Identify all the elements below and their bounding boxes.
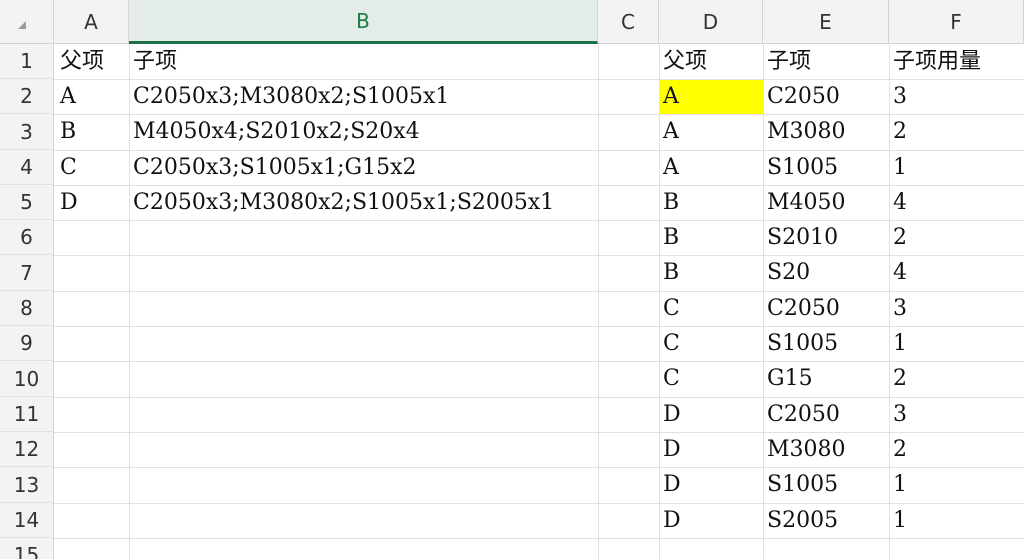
- spreadsheet: A B C D E F 1 2 3 4 5 6 7 8 9 10 11 12 1…: [0, 0, 1024, 559]
- cell-d4[interactable]: A: [659, 150, 679, 185]
- row-header-12[interactable]: 12: [0, 432, 54, 467]
- select-all-triangle-icon: [18, 21, 26, 29]
- cell-a3[interactable]: B: [56, 114, 76, 149]
- cell-b1[interactable]: 子项: [129, 44, 177, 79]
- cell-b4[interactable]: C2050x3;S1005x1;G15x2: [129, 150, 417, 185]
- cell-e12[interactable]: M3080: [763, 432, 846, 467]
- cell-f9[interactable]: 1: [889, 326, 907, 361]
- column-header-c[interactable]: C: [598, 0, 659, 44]
- row-header-4[interactable]: 4: [0, 150, 54, 185]
- row-header-2[interactable]: 2: [0, 79, 54, 114]
- row-header-10[interactable]: 10: [0, 361, 54, 397]
- cell-d12[interactable]: D: [659, 432, 681, 467]
- cell-a5[interactable]: D: [56, 185, 78, 220]
- cell-f2[interactable]: 3: [889, 79, 907, 114]
- cell-e4[interactable]: S1005: [763, 150, 838, 185]
- cell-d6[interactable]: B: [659, 220, 679, 255]
- row-header-9[interactable]: 9: [0, 326, 54, 361]
- cell-f6[interactable]: 2: [889, 220, 907, 255]
- cell-f10[interactable]: 2: [889, 361, 907, 396]
- cell-f11[interactable]: 3: [889, 397, 907, 432]
- cell-a2[interactable]: A: [56, 79, 76, 114]
- column-header-d[interactable]: D: [659, 0, 763, 44]
- cell-f12[interactable]: 2: [889, 432, 907, 467]
- cell-d14[interactable]: D: [659, 503, 681, 538]
- cell-e10[interactable]: G15: [763, 361, 813, 396]
- cell-b2[interactable]: C2050x3;M3080x2;S1005x1: [129, 79, 449, 114]
- column-header-e[interactable]: E: [763, 0, 889, 44]
- cell-e9[interactable]: S1005: [763, 326, 838, 361]
- row-header-6[interactable]: 6: [0, 220, 54, 255]
- cell-e11[interactable]: C2050: [763, 397, 840, 432]
- cell-e8[interactable]: C2050: [763, 291, 840, 326]
- cell-a1[interactable]: 父项: [56, 44, 104, 79]
- cell-f7[interactable]: 4: [889, 255, 907, 290]
- cell-e2[interactable]: C2050: [763, 79, 840, 114]
- cell-e14[interactable]: S2005: [763, 503, 838, 538]
- cell-f8[interactable]: 3: [889, 291, 907, 326]
- column-header-f[interactable]: F: [889, 0, 1024, 44]
- row-header-13[interactable]: 13: [0, 467, 54, 503]
- cell-d3[interactable]: A: [659, 114, 679, 149]
- cell-e6[interactable]: S2010: [763, 220, 838, 255]
- cell-e7[interactable]: S20: [763, 255, 810, 290]
- row-header-1[interactable]: 1: [0, 44, 54, 79]
- cell-d1[interactable]: 父项: [659, 44, 707, 79]
- cell-d13[interactable]: D: [659, 467, 681, 502]
- cell-e1[interactable]: 子项: [763, 44, 811, 79]
- cell-e3[interactable]: M3080: [763, 114, 846, 149]
- cell-a4[interactable]: C: [56, 150, 77, 185]
- row-header-3[interactable]: 3: [0, 114, 54, 150]
- cell-d10[interactable]: C: [659, 361, 680, 396]
- cell-d5[interactable]: B: [659, 185, 679, 220]
- cell-d11[interactable]: D: [659, 397, 681, 432]
- cell-f5[interactable]: 4: [889, 185, 907, 220]
- cell-d2[interactable]: A: [659, 79, 679, 114]
- cell-d7[interactable]: B: [659, 255, 679, 290]
- column-header-a[interactable]: A: [54, 0, 129, 44]
- cell-f1[interactable]: 子项用量: [889, 44, 981, 79]
- column-header-b[interactable]: B: [129, 0, 598, 44]
- row-header-11[interactable]: 11: [0, 397, 54, 432]
- row-header-7[interactable]: 7: [0, 255, 54, 291]
- cell-f3[interactable]: 2: [889, 114, 907, 149]
- cell-e13[interactable]: S1005: [763, 467, 838, 502]
- cell-d8[interactable]: C: [659, 291, 680, 326]
- cell-b3[interactable]: M4050x4;S2010x2;S20x4: [129, 114, 420, 149]
- row-header-15[interactable]: 15: [0, 538, 54, 559]
- cell-f14[interactable]: 1: [889, 503, 907, 538]
- cell-d9[interactable]: C: [659, 326, 680, 361]
- cell-f4[interactable]: 1: [889, 150, 907, 185]
- cell-b5[interactable]: C2050x3;M3080x2;S1005x1;S2005x1: [129, 185, 554, 220]
- cell-f13[interactable]: 1: [889, 467, 907, 502]
- cell-e5[interactable]: M4050: [763, 185, 846, 220]
- row-header-14[interactable]: 14: [0, 503, 54, 538]
- row-header-5[interactable]: 5: [0, 185, 54, 220]
- row-header-8[interactable]: 8: [0, 291, 54, 326]
- select-all-corner[interactable]: [0, 0, 54, 44]
